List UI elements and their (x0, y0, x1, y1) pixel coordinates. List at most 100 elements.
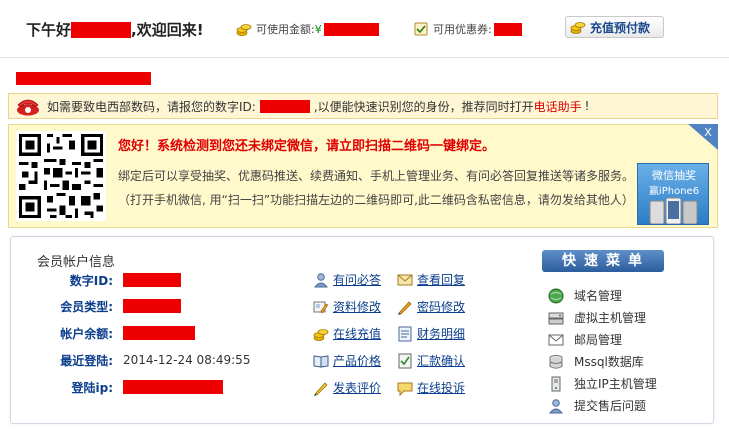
link-change-profile[interactable]: 资料修改 (313, 298, 381, 315)
database-icon (549, 354, 563, 369)
info-value-redacted (123, 273, 181, 287)
member-account-panel: 会员帐户信息 数字ID: 会员类型: 帐户余额: 最近登陆: 2014-12-2… (10, 236, 714, 424)
currency-symbol: ¥ (314, 22, 322, 36)
link-post-review[interactable]: 发表评价 (313, 379, 381, 396)
info-value-redacted (123, 326, 195, 340)
greeting: 下午好 ,欢迎回来! (26, 19, 204, 40)
profile-edit-icon (313, 301, 329, 314)
balance-redacted (323, 22, 379, 36)
link-label: 查看回复 (417, 273, 466, 287)
link-ask-question[interactable]: 有问必答 (313, 271, 381, 288)
username-redacted (71, 21, 132, 38)
user-question-icon (313, 272, 329, 287)
link-label: 资料修改 (333, 300, 382, 314)
phone-notice: 如需要致电西部数码，请报您的数字ID: ,以便能快速识别您的身份，推荐同时打开 … (8, 93, 718, 119)
info-label: 数字ID: (69, 273, 113, 288)
ad-line1: 微信抽奖 (652, 169, 696, 182)
quick-item-virtual-host[interactable]: 虚拟主机管理 (548, 309, 646, 326)
link-product-price[interactable]: 产品价格 (313, 352, 381, 369)
wechat-notice-title: 您好！系统检测到您还未绑定微信，请立即扫描二维码一键绑定。 (118, 139, 496, 154)
phone-notice-end: ! (584, 99, 590, 113)
info-row-login-ip: 登陆ip: (37, 379, 297, 395)
wechat-notice-desc: 绑定后可以享受抽奖、优惠码推送、续费通知、手机上管理业务、有问必答回复推送等诸多… (118, 169, 635, 183)
link-label: 产品价格 (333, 354, 382, 368)
phone-notice-text: 如需要致电西部数码，请报您的数字ID: (47, 99, 256, 114)
book-icon (313, 354, 329, 368)
speech-bubble-icon (397, 382, 413, 396)
quick-menu-header: 快速菜单 (542, 250, 664, 272)
server-icon (548, 312, 564, 324)
iphone-image (649, 197, 698, 224)
link-label: 在线充值 (333, 327, 382, 341)
quick-item-mail[interactable]: 邮局管理 (548, 331, 622, 348)
support-user-icon (548, 398, 564, 413)
quick-item-label: 邮局管理 (574, 333, 623, 347)
welcome-text: ,欢迎回来! (131, 21, 204, 39)
info-row-member-type: 会员类型: (37, 298, 297, 314)
quick-item-label: 域名管理 (574, 289, 623, 303)
redacted-banner (16, 72, 151, 85)
quick-item-label: 独立IP主机管理 (574, 377, 657, 391)
coins-icon (313, 328, 329, 341)
wechat-bind-notice: 您好！系统检测到您还未绑定微信，请立即扫描二维码一键绑定。 绑定后可以享受抽奖、… (8, 124, 718, 228)
wechat-qr-code (16, 131, 106, 221)
info-row-last-login: 最近登陆: 2014-12-24 08:49:55 (37, 352, 297, 368)
quick-item-dedicated-ip[interactable]: 独立IP主机管理 (548, 375, 657, 392)
digital-id-redacted (259, 99, 310, 113)
member-center-page: 下午好 ,欢迎回来! 可使用金额: ¥ 可用优惠券: 充值预付款 如需要致电西部… (0, 0, 729, 431)
close-label: X (704, 126, 712, 139)
comment-pen-icon (314, 381, 328, 396)
link-label: 财务明细 (417, 327, 466, 341)
link-change-password[interactable]: 密码修改 (397, 298, 465, 315)
ad-line2: 赢iPhone6 (648, 186, 700, 197)
close-icon[interactable]: X (688, 124, 718, 150)
link-online-complaint[interactable]: 在线投诉 (397, 379, 465, 396)
info-value-redacted (123, 380, 223, 394)
panel-title: 会员帐户信息 (37, 255, 116, 270)
checklist-icon (398, 353, 412, 368)
info-label: 最近登陆: (60, 353, 113, 368)
balance-info: 可使用金额: ¥ (236, 21, 379, 37)
info-row-balance: 帐户余额: (37, 325, 297, 341)
link-view-reply[interactable]: 查看回复 (397, 271, 465, 288)
link-online-recharge[interactable]: 在线充值 (313, 325, 381, 342)
link-label: 发表评价 (333, 381, 382, 395)
coupon-info: 可用优惠券: (413, 21, 522, 37)
info-label: 会员类型: (60, 299, 113, 314)
coupon-icon (414, 22, 428, 36)
info-value-redacted (123, 299, 181, 313)
coins-icon (236, 24, 252, 36)
link-financial-details[interactable]: 财务明细 (397, 325, 465, 342)
wechat-notice-instructions: （打开手机微信, 用“扫一扫”功能扫描左边的二维码即可,此二维码含私密信息，请勿… (118, 193, 634, 207)
info-row-digital-id: 数字ID: (37, 272, 297, 288)
balance-label: 可使用金额: (256, 23, 315, 36)
link-remittance-confirm[interactable]: 汇款确认 (397, 352, 465, 369)
info-label: 登陆ip: (71, 380, 113, 395)
coupon-label: 可用优惠券: (433, 23, 492, 36)
coupon-redacted (493, 22, 522, 36)
info-label: 帐户余额: (60, 326, 113, 341)
link-label: 有问必答 (333, 273, 382, 287)
greeting-row: 下午好 ,欢迎回来! 可使用金额: ¥ 可用优惠券: 充值预付款 (0, 0, 729, 58)
quick-item-support[interactable]: 提交售后问题 (548, 397, 646, 414)
last-login-time: 2014-12-24 08:49:55 (123, 353, 251, 367)
mail-icon (548, 334, 564, 345)
quick-item-domain[interactable]: 域名管理 (548, 287, 622, 304)
tower-icon (551, 376, 561, 391)
phone-notice-text-after: ,以便能快速识别您的身份，推荐同时打开 (313, 99, 534, 114)
wechat-lottery-ad[interactable]: 微信抽奖 赢iPhone6 (637, 163, 709, 225)
phone-assistant-link[interactable]: 电话助手 (534, 98, 582, 115)
globe-icon (548, 288, 564, 303)
link-label: 密码修改 (417, 300, 466, 314)
prepay-button[interactable]: 充值预付款 (565, 16, 664, 38)
greeting-text: 下午好 (26, 21, 72, 39)
link-label: 在线投诉 (417, 381, 466, 395)
quick-item-label: 虚拟主机管理 (574, 311, 647, 325)
envelope-icon (397, 274, 413, 285)
quick-item-mssql[interactable]: Mssql数据库 (548, 353, 644, 370)
ledger-icon (398, 326, 412, 341)
quick-item-label: Mssql数据库 (574, 355, 644, 369)
telephone-icon (17, 99, 39, 116)
prepay-button-label: 充值预付款 (590, 20, 651, 35)
quick-item-label: 提交售后问题 (574, 399, 647, 413)
